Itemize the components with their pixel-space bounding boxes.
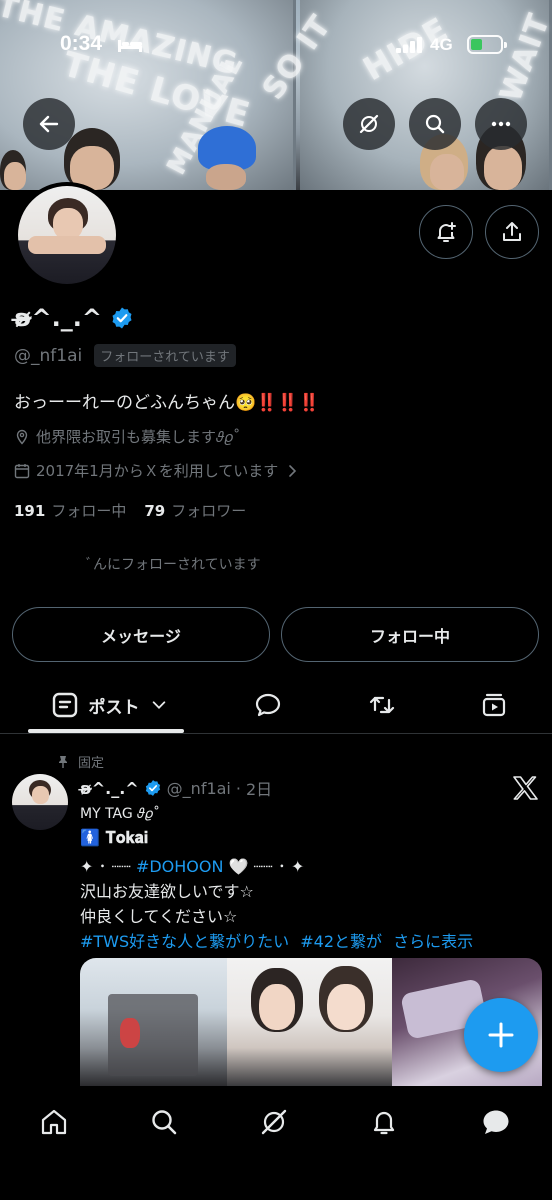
media-image[interactable]	[227, 958, 392, 1086]
location-pin-icon	[16, 429, 28, 445]
tweet-line-5: 仲良くしてください☆	[80, 907, 238, 926]
nav-messages[interactable]	[466, 1102, 526, 1142]
hashtag-link[interactable]: #DOHOON	[136, 857, 224, 876]
handle-row: @_nf1ai フォローされています	[14, 344, 236, 367]
followers-count: 79	[144, 502, 166, 520]
compose-button[interactable]	[464, 998, 538, 1072]
hashtag-link[interactable]: #42と繋が	[300, 932, 382, 951]
followed-by-text[interactable]: ﾞんにフォローされています	[86, 554, 261, 574]
notify-button[interactable]	[419, 205, 473, 259]
message-bubble-icon	[483, 1110, 509, 1134]
media-icon	[482, 693, 506, 717]
tweet-line-6: #TWS好きな人と繋がりたい #42と繋が さらに表示	[80, 928, 473, 952]
tweet-line-1: MY TAG 𝜗𝜚˚	[80, 806, 160, 822]
bottom-navigation	[0, 1086, 552, 1200]
posts-icon	[52, 692, 77, 718]
following-link[interactable]: 191 フォロー中	[14, 500, 126, 521]
more-button[interactable]	[475, 98, 527, 150]
tweet-header: ʚ̴̶̷^._.^ @_nf1ai · 2日	[80, 776, 272, 800]
network-type: 4G	[430, 35, 453, 54]
show-more-link[interactable]: さらに表示	[393, 932, 473, 951]
following-label: フォロー中	[51, 502, 127, 520]
back-button[interactable]	[23, 98, 75, 150]
active-tab-indicator	[28, 729, 184, 733]
calendar-icon	[14, 463, 30, 478]
plus-icon	[488, 1022, 514, 1048]
message-button[interactable]: メッセージ	[12, 607, 270, 662]
grok-button[interactable]	[343, 98, 395, 150]
display-name: ʚ̴̶̷̷^._.^	[14, 304, 103, 332]
joined-row[interactable]: 2017年1月からＸを利用しています	[14, 460, 300, 481]
joined-text: 2017年1月からＸを利用しています	[36, 462, 279, 480]
tab-media[interactable]	[464, 676, 524, 734]
tweet-separator: ·	[235, 778, 241, 798]
arrow-left-icon	[39, 115, 59, 133]
location-row: 他界隈お取引も募集します𝜗𝜚˚	[14, 426, 240, 447]
tweet-time[interactable]: 2日	[246, 776, 272, 800]
pin-icon	[59, 755, 67, 768]
hashtag-link[interactable]: #TWS好きな人と繋がりたい	[80, 932, 289, 951]
status-time: 0:34	[60, 32, 103, 55]
signal-icon	[396, 37, 422, 53]
verified-badge-icon[interactable]	[110, 306, 134, 330]
tab-posts[interactable]: ポスト	[34, 676, 184, 734]
tweet-deco-left: ✦ ･ ┈┈	[80, 857, 136, 876]
bell-plus-icon	[437, 222, 456, 242]
search-button[interactable]	[409, 98, 461, 150]
search-icon	[425, 114, 445, 134]
home-icon	[41, 1109, 67, 1135]
grok-icon	[261, 1109, 287, 1135]
profile-avatar[interactable]	[14, 182, 120, 288]
follows-you-badge: フォローされています	[94, 344, 236, 367]
bio: おっーーれーのどふんちゃん🥺‼️‼️‼️	[14, 393, 320, 413]
tab-replies[interactable]	[238, 676, 298, 734]
followers-label: フォロワー	[171, 502, 247, 520]
nav-grok[interactable]	[244, 1102, 304, 1142]
battery-icon	[467, 35, 507, 54]
tweet-line-4: 沢山お友達欲しいです☆	[80, 882, 254, 901]
bell-icon	[373, 1111, 395, 1135]
more-icon	[491, 121, 511, 127]
chevron-down-icon	[152, 701, 165, 709]
tweet-line-3: ✦ ･ ┈┈ #DOHOON 🤍 ┈┈ ･ ✦	[80, 853, 304, 877]
pinned-indicator: 固定	[56, 752, 104, 771]
location-text: 他界隈お取引も募集します𝜗𝜚˚	[36, 428, 241, 446]
tweet-deco-right: 🤍 ┈┈ ･ ✦	[223, 857, 305, 876]
pinned-label: 固定	[78, 756, 105, 771]
share-button[interactable]	[485, 205, 539, 259]
banner-photo-people	[0, 120, 552, 190]
display-name-row: ʚ̴̶̷̷^._.^	[14, 304, 134, 332]
sleep-focus-icon	[118, 40, 142, 52]
tweet-author-handle[interactable]: @_nf1ai	[167, 779, 231, 798]
verified-badge-icon	[144, 779, 162, 797]
grok-icon	[359, 114, 379, 134]
repost-icon	[369, 696, 395, 714]
tab-reposts[interactable]	[352, 676, 412, 734]
status-bar: 0:34 4G	[0, 0, 552, 92]
chevron-right-icon	[289, 464, 297, 477]
reply-bubble-icon	[255, 693, 281, 717]
following-count: 191	[14, 502, 46, 520]
tweet-line-2: 🚺 𝐓𝐨𝐤𝐚𝐢	[80, 828, 149, 847]
tweet-avatar[interactable]	[12, 774, 68, 830]
share-icon	[503, 222, 521, 241]
tweet-author-name[interactable]: ʚ̴̶̷^._.^	[80, 779, 139, 798]
following-button[interactable]: フォロー中	[281, 607, 539, 662]
follow-counts: 191 フォロー中 79 フォロワー	[14, 500, 246, 521]
nav-notifications[interactable]	[354, 1102, 414, 1142]
profile-tabs: ポスト	[0, 676, 552, 734]
search-icon	[152, 1110, 177, 1135]
handle: @_nf1ai	[14, 345, 83, 366]
avatar	[18, 186, 116, 284]
tab-posts-label: ポスト	[88, 697, 140, 718]
nav-search[interactable]	[134, 1102, 194, 1142]
nav-home[interactable]	[24, 1102, 84, 1142]
followers-link[interactable]: 79 フォロワー	[144, 500, 246, 521]
x-logo-icon[interactable]	[512, 776, 538, 800]
media-image[interactable]	[80, 958, 227, 1086]
